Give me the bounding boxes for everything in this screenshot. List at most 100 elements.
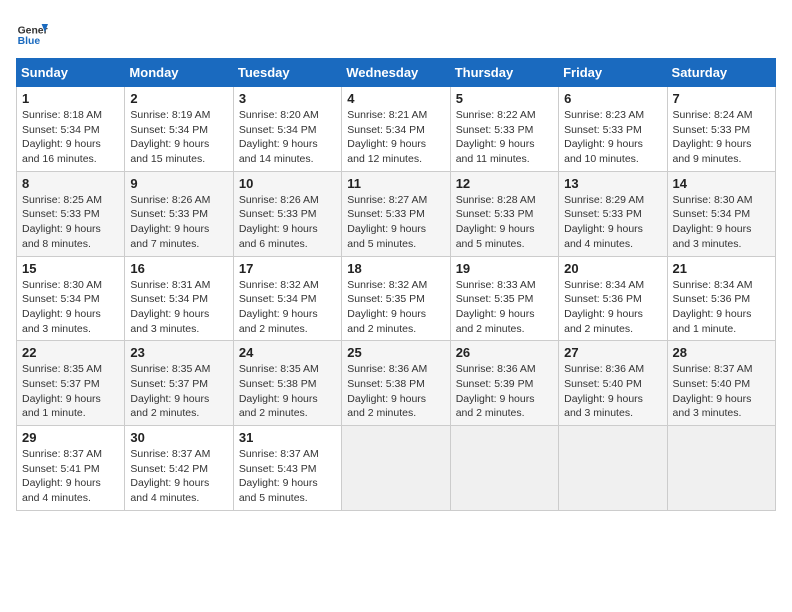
calendar-cell: 11 Sunrise: 8:27 AM Sunset: 5:33 PM Dayli… [342, 171, 450, 256]
day-number: 25 [347, 345, 444, 360]
calendar-cell: 13 Sunrise: 8:29 AM Sunset: 5:33 PM Dayli… [559, 171, 667, 256]
day-number: 19 [456, 261, 553, 276]
day-number: 2 [130, 91, 227, 106]
weekday-header-friday: Friday [559, 59, 667, 87]
day-number: 27 [564, 345, 661, 360]
calendar-cell: 23 Sunrise: 8:35 AM Sunset: 5:37 PM Dayli… [125, 341, 233, 426]
day-info: Sunrise: 8:37 AM Sunset: 5:41 PM Dayligh… [22, 447, 119, 506]
day-info: Sunrise: 8:33 AM Sunset: 5:35 PM Dayligh… [456, 278, 553, 337]
calendar-cell: 25 Sunrise: 8:36 AM Sunset: 5:38 PM Dayli… [342, 341, 450, 426]
day-info: Sunrise: 8:30 AM Sunset: 5:34 PM Dayligh… [673, 193, 770, 252]
weekday-header-sunday: Sunday [17, 59, 125, 87]
calendar-cell: 1Sunrise: 8:18 AM Sunset: 5:34 PM Daylig… [17, 87, 125, 172]
day-info: Sunrise: 8:37 AM Sunset: 5:42 PM Dayligh… [130, 447, 227, 506]
day-number: 8 [22, 176, 119, 191]
calendar-cell: 29Sunrise: 8:37 AM Sunset: 5:41 PM Dayli… [17, 426, 125, 511]
calendar-cell: 18 Sunrise: 8:32 AM Sunset: 5:35 PM Dayli… [342, 256, 450, 341]
calendar-cell: 30 Sunrise: 8:37 AM Sunset: 5:42 PM Dayli… [125, 426, 233, 511]
day-number: 14 [673, 176, 770, 191]
svg-text:Blue: Blue [18, 36, 41, 47]
day-info: Sunrise: 8:28 AM Sunset: 5:33 PM Dayligh… [456, 193, 553, 252]
day-number: 1 [22, 91, 119, 106]
day-number: 30 [130, 430, 227, 445]
day-info: Sunrise: 8:25 AM Sunset: 5:33 PM Dayligh… [22, 193, 119, 252]
calendar-week-5: 29Sunrise: 8:37 AM Sunset: 5:41 PM Dayli… [17, 426, 776, 511]
day-number: 15 [22, 261, 119, 276]
calendar-week-2: 8 Sunrise: 8:25 AM Sunset: 5:33 PM Daylig… [17, 171, 776, 256]
calendar-cell: 6 Sunrise: 8:23 AM Sunset: 5:33 PM Daylig… [559, 87, 667, 172]
calendar-body: 1Sunrise: 8:18 AM Sunset: 5:34 PM Daylig… [17, 87, 776, 511]
day-number: 13 [564, 176, 661, 191]
day-number: 24 [239, 345, 336, 360]
day-number: 7 [673, 91, 770, 106]
logo-icon: General Blue [16, 16, 48, 48]
day-number: 17 [239, 261, 336, 276]
day-info: Sunrise: 8:24 AM Sunset: 5:33 PM Dayligh… [673, 108, 770, 167]
calendar-cell: 7 Sunrise: 8:24 AM Sunset: 5:33 PM Daylig… [667, 87, 775, 172]
calendar-table: SundayMondayTuesdayWednesdayThursdayFrid… [16, 58, 776, 511]
day-number: 20 [564, 261, 661, 276]
weekday-header-row: SundayMondayTuesdayWednesdayThursdayFrid… [17, 59, 776, 87]
weekday-header-tuesday: Tuesday [233, 59, 341, 87]
day-info: Sunrise: 8:36 AM Sunset: 5:38 PM Dayligh… [347, 362, 444, 421]
day-number: 23 [130, 345, 227, 360]
calendar-cell: 2Sunrise: 8:19 AM Sunset: 5:34 PM Daylig… [125, 87, 233, 172]
calendar-week-4: 22 Sunrise: 8:35 AM Sunset: 5:37 PM Dayli… [17, 341, 776, 426]
day-info: Sunrise: 8:37 AM Sunset: 5:43 PM Dayligh… [239, 447, 336, 506]
weekday-header-thursday: Thursday [450, 59, 558, 87]
calendar-cell [342, 426, 450, 511]
calendar-week-3: 15Sunrise: 8:30 AM Sunset: 5:34 PM Dayli… [17, 256, 776, 341]
day-number: 10 [239, 176, 336, 191]
calendar-cell: 24 Sunrise: 8:35 AM Sunset: 5:38 PM Dayli… [233, 341, 341, 426]
day-info: Sunrise: 8:26 AM Sunset: 5:33 PM Dayligh… [239, 193, 336, 252]
day-info: Sunrise: 8:32 AM Sunset: 5:34 PM Dayligh… [239, 278, 336, 337]
day-info: Sunrise: 8:31 AM Sunset: 5:34 PM Dayligh… [130, 278, 227, 337]
day-info: Sunrise: 8:35 AM Sunset: 5:38 PM Dayligh… [239, 362, 336, 421]
calendar-cell: 31 Sunrise: 8:37 AM Sunset: 5:43 PM Dayli… [233, 426, 341, 511]
calendar-cell: 9 Sunrise: 8:26 AM Sunset: 5:33 PM Daylig… [125, 171, 233, 256]
day-number: 28 [673, 345, 770, 360]
calendar-cell: 21Sunrise: 8:34 AM Sunset: 5:36 PM Dayli… [667, 256, 775, 341]
calendar-cell: 14 Sunrise: 8:30 AM Sunset: 5:34 PM Dayli… [667, 171, 775, 256]
calendar-cell: 10 Sunrise: 8:26 AM Sunset: 5:33 PM Dayli… [233, 171, 341, 256]
day-info: Sunrise: 8:32 AM Sunset: 5:35 PM Dayligh… [347, 278, 444, 337]
day-number: 18 [347, 261, 444, 276]
day-info: Sunrise: 8:35 AM Sunset: 5:37 PM Dayligh… [22, 362, 119, 421]
day-number: 9 [130, 176, 227, 191]
calendar-cell [559, 426, 667, 511]
calendar-cell: 26 Sunrise: 8:36 AM Sunset: 5:39 PM Dayli… [450, 341, 558, 426]
day-info: Sunrise: 8:21 AM Sunset: 5:34 PM Dayligh… [347, 108, 444, 167]
calendar-cell: 12Sunrise: 8:28 AM Sunset: 5:33 PM Dayli… [450, 171, 558, 256]
calendar-cell [667, 426, 775, 511]
page-header: General Blue [16, 16, 776, 48]
calendar-cell: 28 Sunrise: 8:37 AM Sunset: 5:40 PM Dayli… [667, 341, 775, 426]
day-number: 22 [22, 345, 119, 360]
day-number: 11 [347, 176, 444, 191]
day-number: 3 [239, 91, 336, 106]
day-number: 21 [673, 261, 770, 276]
calendar-cell: 4Sunrise: 8:21 AM Sunset: 5:34 PM Daylig… [342, 87, 450, 172]
calendar-cell: 3 Sunrise: 8:20 AM Sunset: 5:34 PM Daylig… [233, 87, 341, 172]
day-info: Sunrise: 8:23 AM Sunset: 5:33 PM Dayligh… [564, 108, 661, 167]
day-number: 26 [456, 345, 553, 360]
day-info: Sunrise: 8:36 AM Sunset: 5:39 PM Dayligh… [456, 362, 553, 421]
calendar-cell: 20Sunrise: 8:34 AM Sunset: 5:36 PM Dayli… [559, 256, 667, 341]
weekday-header-monday: Monday [125, 59, 233, 87]
calendar-cell: 19 Sunrise: 8:33 AM Sunset: 5:35 PM Dayli… [450, 256, 558, 341]
day-info: Sunrise: 8:35 AM Sunset: 5:37 PM Dayligh… [130, 362, 227, 421]
calendar-cell: 22 Sunrise: 8:35 AM Sunset: 5:37 PM Dayli… [17, 341, 125, 426]
day-info: Sunrise: 8:27 AM Sunset: 5:33 PM Dayligh… [347, 193, 444, 252]
day-info: Sunrise: 8:36 AM Sunset: 5:40 PM Dayligh… [564, 362, 661, 421]
day-info: Sunrise: 8:26 AM Sunset: 5:33 PM Dayligh… [130, 193, 227, 252]
logo: General Blue [16, 16, 48, 48]
day-info: Sunrise: 8:22 AM Sunset: 5:33 PM Dayligh… [456, 108, 553, 167]
weekday-header-saturday: Saturday [667, 59, 775, 87]
day-number: 6 [564, 91, 661, 106]
day-info: Sunrise: 8:37 AM Sunset: 5:40 PM Dayligh… [673, 362, 770, 421]
day-number: 31 [239, 430, 336, 445]
day-info: Sunrise: 8:29 AM Sunset: 5:33 PM Dayligh… [564, 193, 661, 252]
calendar-week-1: 1Sunrise: 8:18 AM Sunset: 5:34 PM Daylig… [17, 87, 776, 172]
day-number: 5 [456, 91, 553, 106]
calendar-cell: 17 Sunrise: 8:32 AM Sunset: 5:34 PM Dayli… [233, 256, 341, 341]
day-info: Sunrise: 8:20 AM Sunset: 5:34 PM Dayligh… [239, 108, 336, 167]
